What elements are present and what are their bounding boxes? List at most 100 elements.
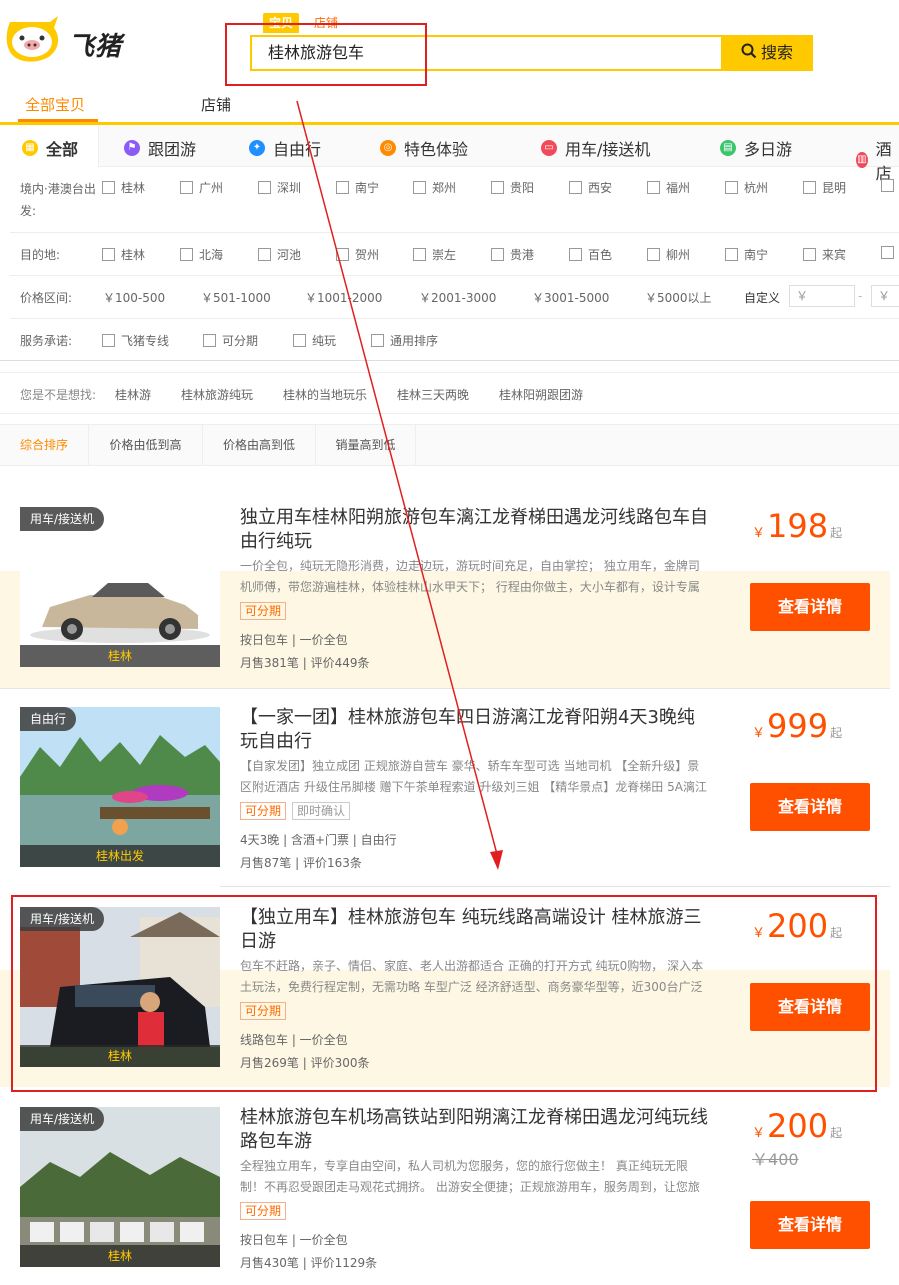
- sort-price-asc[interactable]: 价格由低到高: [89, 424, 203, 466]
- dest-option[interactable]: 南宁: [725, 246, 768, 263]
- depart-option[interactable]: 福州: [647, 179, 690, 196]
- suggest-link[interactable]: 桂林旅游纯玩: [181, 386, 253, 403]
- checkbox[interactable]: [102, 334, 115, 347]
- checkbox[interactable]: [180, 181, 193, 194]
- service-option[interactable]: 飞猪专线: [102, 332, 169, 349]
- depart-option[interactable]: 西安: [569, 179, 612, 196]
- checkbox[interactable]: [881, 246, 894, 259]
- category-experience[interactable]: ◎ 特色体验: [380, 136, 468, 160]
- checkbox[interactable]: [293, 334, 306, 347]
- dest-option[interactable]: 贵港: [491, 246, 534, 263]
- checkbox[interactable]: [258, 181, 271, 194]
- checkbox[interactable]: [336, 248, 349, 261]
- sort-default[interactable]: 综合排序: [0, 424, 89, 466]
- category-car-transfer[interactable]: ▭ 用车/接送机: [541, 136, 650, 160]
- depart-option[interactable]: 南宁: [336, 179, 379, 196]
- badge-group: 可分期 即时确认: [240, 802, 356, 820]
- suggest-link[interactable]: 桂林阳朔跟团游: [499, 386, 583, 403]
- checkbox[interactable]: [336, 181, 349, 194]
- category-group-tour[interactable]: ⚑ 跟团游: [124, 136, 196, 160]
- checkbox[interactable]: [491, 181, 504, 194]
- product-image[interactable]: [20, 1107, 220, 1267]
- grid-icon: ▦: [22, 140, 38, 156]
- checkbox[interactable]: [203, 334, 216, 347]
- depart-option[interactable]: [881, 179, 899, 192]
- dest-option[interactable]: 河池: [258, 246, 301, 263]
- checkbox[interactable]: [647, 248, 660, 261]
- service-option[interactable]: 通用排序: [371, 332, 438, 349]
- dest-option[interactable]: 来宾: [803, 246, 846, 263]
- product-image[interactable]: [20, 507, 220, 667]
- checkbox[interactable]: [102, 248, 115, 261]
- location-label: 桂林: [20, 645, 220, 667]
- checkbox[interactable]: [413, 248, 426, 261]
- category-multi-day[interactable]: ▤ 多日游: [720, 136, 792, 160]
- tab-shops[interactable]: 店铺: [201, 94, 231, 122]
- price-option[interactable]: ￥1001-2000: [305, 289, 382, 306]
- product-sales: 月售87笔 | 评价163条: [240, 856, 362, 870]
- price-option[interactable]: ￥5000以上: [645, 289, 712, 306]
- search-icon: [741, 36, 757, 72]
- category-free-travel[interactable]: ✦ 自由行: [249, 136, 321, 160]
- dest-option[interactable]: 北海: [180, 246, 223, 263]
- suggest-link[interactable]: 桂林的当地玩乐: [283, 386, 367, 403]
- dest-option[interactable]: 崇左: [413, 246, 456, 263]
- checkbox[interactable]: [725, 248, 738, 261]
- checkbox[interactable]: [803, 248, 816, 261]
- view-details-button[interactable]: 查看详情: [750, 583, 870, 631]
- dest-option[interactable]: 百色: [569, 246, 612, 263]
- fliggy-logo-icon[interactable]: [4, 14, 62, 66]
- checkbox[interactable]: [569, 181, 582, 194]
- price-min-input[interactable]: ￥: [789, 285, 855, 307]
- checkbox[interactable]: [491, 248, 504, 261]
- depart-option[interactable]: 昆明: [803, 179, 846, 196]
- badge-group: 可分期: [240, 1202, 292, 1220]
- service-option[interactable]: 可分期: [203, 332, 258, 349]
- product-title[interactable]: 桂林旅游包车机场高铁站到阳朔漓江龙脊梯田遇龙河纯玩线路包车游: [240, 1106, 710, 1154]
- depart-option[interactable]: 杭州: [725, 179, 768, 196]
- tab-all-items[interactable]: 全部宝贝: [25, 94, 85, 122]
- view-details-button[interactable]: 查看详情: [750, 783, 870, 831]
- checkbox[interactable]: [258, 248, 271, 261]
- suggest-link[interactable]: 桂林游: [115, 386, 151, 403]
- depart-option[interactable]: 深圳: [258, 179, 301, 196]
- depart-option[interactable]: 贵阳: [491, 179, 534, 196]
- product-image[interactable]: [20, 707, 220, 867]
- checkbox[interactable]: [413, 181, 426, 194]
- category-all[interactable]: ▦ 全部: [22, 136, 78, 160]
- price-option[interactable]: ￥100-500: [103, 289, 165, 306]
- checkbox[interactable]: [180, 248, 193, 261]
- dest-option[interactable]: 桂林: [102, 246, 145, 263]
- product-title[interactable]: 独立用车桂林阳朔旅游包车漓江龙脊梯田遇龙河线路包车自由行纯玩: [240, 506, 710, 554]
- product-price: ￥ 198 起: [752, 507, 843, 545]
- sort-sales[interactable]: 销量高到低: [316, 424, 416, 466]
- divider: [10, 318, 899, 319]
- depart-option[interactable]: 桂林: [102, 179, 145, 196]
- calendar-icon: ▤: [720, 140, 736, 156]
- suggest-link[interactable]: 桂林三天两晚: [397, 386, 469, 403]
- price-option[interactable]: ￥2001-3000: [419, 289, 496, 306]
- depart-option[interactable]: 郑州: [413, 179, 456, 196]
- checkbox[interactable]: [647, 181, 660, 194]
- search-button[interactable]: 搜索: [721, 35, 813, 71]
- checkbox[interactable]: [102, 181, 115, 194]
- checkbox[interactable]: [725, 181, 738, 194]
- checkbox[interactable]: [803, 181, 816, 194]
- sort-price-desc[interactable]: 价格由高到低: [203, 424, 316, 466]
- checkbox[interactable]: [569, 248, 582, 261]
- depart-option[interactable]: 广州: [180, 179, 223, 196]
- service-option[interactable]: 纯玩: [293, 332, 336, 349]
- checkbox[interactable]: [881, 179, 894, 192]
- category-tag: 用车/接送机: [20, 507, 105, 531]
- dest-option[interactable]: [881, 246, 899, 259]
- price-max-input[interactable]: ￥: [871, 285, 899, 307]
- dest-option[interactable]: 贺州: [336, 246, 379, 263]
- dest-option[interactable]: 柳州: [647, 246, 690, 263]
- divider: [0, 360, 899, 361]
- price-option[interactable]: ￥3001-5000: [532, 289, 609, 306]
- checkbox[interactable]: [371, 334, 384, 347]
- product-title[interactable]: 【一家一团】桂林旅游包车四日游漓江龙脊阳朔4天3晚纯玩自由行: [240, 706, 710, 754]
- category-hotel[interactable]: ▥ 酒店: [856, 136, 899, 184]
- price-option[interactable]: ￥501-1000: [201, 289, 271, 306]
- view-details-button[interactable]: 查看详情: [750, 1201, 870, 1249]
